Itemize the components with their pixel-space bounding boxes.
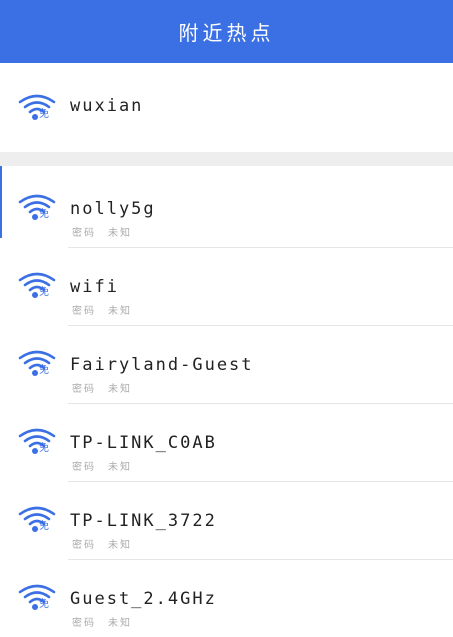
hotspot-ssid: TP-LINK_C0AB	[70, 433, 217, 453]
hotspot-row-nolly5g[interactable]: 免 nolly5g 密码 未知	[0, 170, 453, 248]
hotspot-row-tp-link-3722[interactable]: 免 TP-LINK_3722 密码 未知	[0, 482, 453, 560]
page-title: 附近热点	[178, 21, 275, 45]
hotspot-security: 密码 未知	[72, 618, 132, 629]
hotspot-ssid: Guest_2.4GHz	[70, 589, 217, 609]
hotspot-ssid: Fairyland-Guest	[70, 355, 254, 375]
hotspot-security: 密码 未知	[72, 384, 132, 395]
wifi-free-icon: 免	[18, 192, 56, 226]
free-badge: 免	[39, 443, 49, 454]
wifi-free-icon: 免	[18, 504, 56, 538]
connected-hotspot[interactable]: 免 wuxian	[0, 63, 453, 152]
hotspot-security: 密码 未知	[72, 540, 132, 551]
hotspot-row-wifi[interactable]: 免 wifi 密码 未知	[0, 248, 453, 326]
wifi-free-icon: 免	[18, 270, 56, 304]
wifi-free-icon: 免	[18, 582, 56, 616]
app-header: 附近热点	[0, 0, 453, 63]
free-badge: 免	[39, 109, 49, 120]
section-divider	[0, 152, 453, 166]
free-badge: 免	[39, 365, 49, 376]
free-badge: 免	[39, 599, 49, 610]
hotspot-ssid: nolly5g	[70, 199, 156, 219]
connected-ssid: wuxian	[70, 96, 144, 116]
hotspot-ssid: wifi	[70, 277, 119, 297]
free-badge: 免	[39, 287, 49, 298]
wifi-free-icon: 免	[18, 92, 56, 126]
hotspot-ssid: TP-LINK_3722	[70, 511, 217, 531]
hotspot-row-tp-link-c0ab[interactable]: 免 TP-LINK_C0AB 密码 未知	[0, 404, 453, 482]
free-badge: 免	[39, 209, 49, 220]
hotspot-security: 密码 未知	[72, 228, 132, 239]
wifi-free-icon: 免	[18, 348, 56, 382]
hotspot-security: 密码 未知	[72, 306, 132, 317]
hotspot-row-fairyland-guest[interactable]: 免 Fairyland-Guest 密码 未知	[0, 326, 453, 404]
hotspot-row-guest-2-4ghz[interactable]: 免 Guest_2.4GHz 密码 未知	[0, 560, 453, 637]
hotspot-security: 密码 未知	[72, 462, 132, 473]
wifi-free-icon: 免	[18, 426, 56, 460]
free-badge: 免	[39, 521, 49, 532]
